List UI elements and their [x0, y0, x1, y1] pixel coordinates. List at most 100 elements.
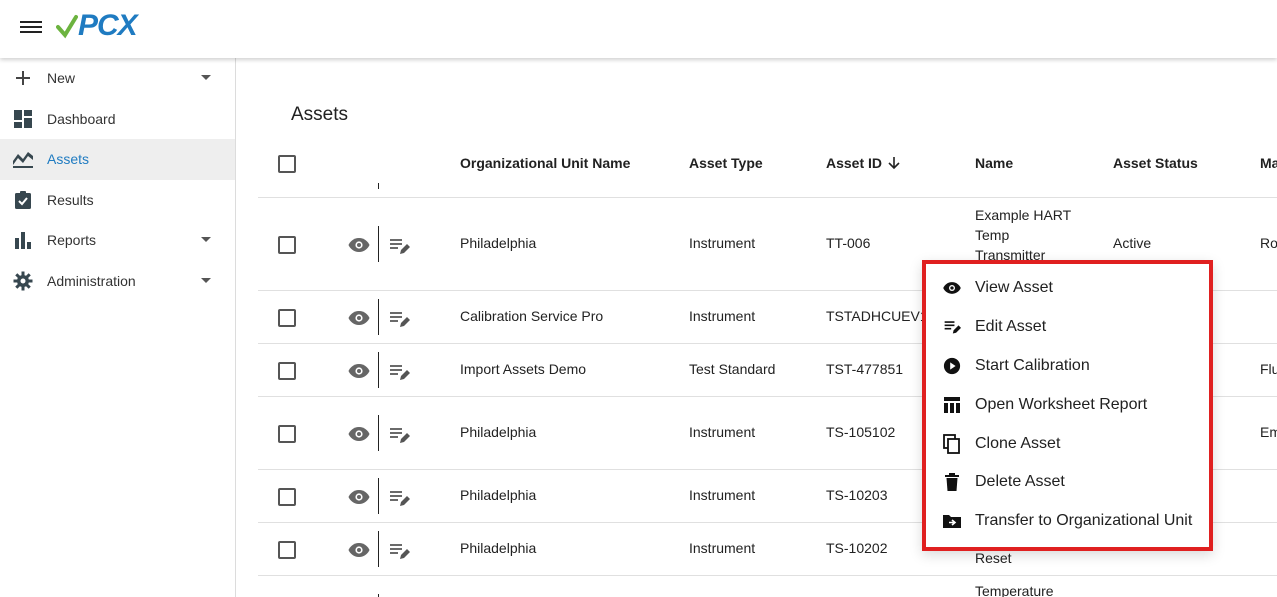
column-divider [378, 183, 379, 189]
edit-list-icon[interactable] [388, 235, 410, 257]
action-divider [378, 352, 379, 388]
column-header-label: Asset ID [826, 155, 883, 171]
cell-truncated: Ro [1260, 235, 1277, 251]
action-divider [378, 299, 379, 335]
top-app-bar: PCX [0, 0, 1277, 58]
cell-asset-type: Instrument [689, 540, 756, 556]
select-all-checkbox[interactable] [278, 155, 296, 173]
cell-asset-type: Instrument [689, 235, 756, 251]
row-checkbox[interactable] [278, 309, 296, 327]
menu-item-label: Transfer to Organizational Unit [975, 512, 1193, 530]
column-header-truncated[interactable]: Ma [1260, 155, 1277, 171]
sidebar-nav: New Dashboard Assets Results Reports Adm… [0, 58, 236, 597]
row-checkbox[interactable] [278, 488, 296, 506]
sidebar-item-label: Results [47, 191, 94, 208]
cell-asset-type: Instrument [689, 424, 756, 440]
menu-item-label: Delete Asset [975, 473, 1065, 491]
edit-icon [942, 317, 962, 337]
menu-item-transfer-org-unit[interactable]: Transfer to Organizational Unit [926, 502, 1209, 541]
edit-list-icon[interactable] [388, 540, 410, 562]
cell-asset-id: TT-006 [826, 235, 871, 251]
menu-item-label: Edit Asset [975, 318, 1047, 336]
cell-asset-type: Instrument [689, 487, 756, 503]
menu-item-start-calibration[interactable]: Start Calibration [926, 347, 1209, 386]
edit-list-icon[interactable] [388, 361, 410, 383]
page-title: Assets [291, 104, 349, 125]
action-divider [378, 531, 379, 567]
cell-asset-id: TS-10202 [826, 540, 888, 556]
edit-list-icon[interactable] [388, 424, 410, 446]
cell-org-unit: Philadelphia [460, 487, 537, 503]
bar-chart-icon [12, 229, 34, 251]
dashboard-icon [12, 108, 34, 130]
row-checkbox[interactable] [278, 362, 296, 380]
cell-name-line: Example HART [975, 207, 1072, 223]
menu-item-edit-asset[interactable]: Edit Asset [926, 308, 1209, 347]
pcx-logo[interactable]: PCX [56, 9, 138, 42]
check-leaf-icon [56, 15, 78, 39]
row-checkbox[interactable] [278, 541, 296, 559]
clipboard-check-icon [12, 189, 34, 211]
cell-asset-id: TST-477851 [826, 361, 904, 377]
view-eye-icon[interactable] [347, 422, 371, 446]
sidebar-item-administration[interactable]: Administration [0, 261, 235, 302]
cell-org-unit: Import Assets Demo [460, 361, 587, 377]
sidebar-item-new[interactable]: New [0, 58, 235, 99]
cell-truncated: Flu [1260, 361, 1277, 377]
sidebar-item-dashboard[interactable]: Dashboard [0, 99, 235, 140]
sidebar-item-results[interactable]: Results [0, 180, 235, 221]
cell-org-unit: Calibration Service Pro [460, 308, 604, 324]
asset-context-menu: View Asset Edit Asset Start Calibration … [922, 260, 1213, 551]
cell-asset-id: TS-10203 [826, 487, 888, 503]
view-eye-icon[interactable] [347, 233, 371, 257]
menu-item-label: Clone Asset [975, 434, 1061, 452]
view-eye-icon[interactable] [347, 538, 371, 562]
view-eye-icon[interactable] [347, 306, 371, 330]
chevron-down-icon [201, 237, 211, 242]
menu-item-view-asset[interactable]: View Asset [926, 269, 1209, 308]
cell-name: Example HART Temp Transmitter [975, 205, 1071, 265]
column-header-asset-type[interactable]: Asset Type [689, 155, 763, 171]
sort-down-icon [888, 157, 900, 170]
cell-org-unit: Philadelphia [460, 540, 537, 556]
cell-asset-type: Instrument [689, 308, 756, 324]
view-eye-icon[interactable] [347, 485, 371, 509]
cell-name: Temperature [975, 583, 1054, 597]
sidebar-item-label: Dashboard [47, 110, 116, 127]
column-header-org-unit[interactable]: Organizational Unit Name [460, 155, 630, 171]
cell-asset-status: Active [1113, 235, 1152, 251]
plus-icon [12, 67, 34, 89]
logo-text: PCX [78, 9, 138, 42]
sidebar-item-reports[interactable]: Reports [0, 220, 235, 261]
copy-icon [942, 433, 962, 454]
sidebar-item-label: New [47, 70, 76, 87]
sidebar-item-assets[interactable]: Assets [0, 139, 235, 180]
cell-name: Reset [975, 550, 1012, 566]
menu-item-delete-asset[interactable]: Delete Asset [926, 463, 1209, 502]
edit-list-icon[interactable] [388, 308, 410, 330]
column-header-name[interactable]: Name [975, 155, 1013, 171]
table-row[interactable]: Temperature [258, 576, 1277, 597]
hamburger-menu-icon[interactable] [20, 18, 42, 36]
sidebar-item-label: Reports [47, 232, 97, 249]
chevron-down-icon [201, 277, 211, 283]
menu-item-open-worksheet-report[interactable]: Open Worksheet Report [926, 385, 1209, 424]
row-checkbox[interactable] [278, 425, 296, 443]
cell-asset-id: TSTADHCUEV1 [826, 308, 928, 324]
menu-item-label: Start Calibration [975, 356, 1090, 374]
trash-icon [942, 472, 962, 492]
cell-truncated: Em [1260, 424, 1277, 440]
row-checkbox[interactable] [278, 236, 296, 254]
action-divider [378, 415, 379, 451]
sidebar-item-label: Assets [47, 151, 90, 168]
column-header-asset-status[interactable]: Asset Status [1113, 155, 1198, 171]
table-icon [942, 395, 962, 415]
column-header-asset-id[interactable]: Asset ID [826, 155, 900, 171]
menu-item-clone-asset[interactable]: Clone Asset [926, 424, 1209, 463]
cell-name-line: Temp [975, 227, 1010, 243]
cell-asset-type: Test Standard [689, 361, 776, 377]
edit-list-icon[interactable] [388, 487, 410, 509]
gear-icon [12, 270, 34, 292]
view-eye-icon[interactable] [347, 359, 371, 383]
table-header: Organizational Unit Name Asset Type Asse… [258, 138, 1277, 198]
